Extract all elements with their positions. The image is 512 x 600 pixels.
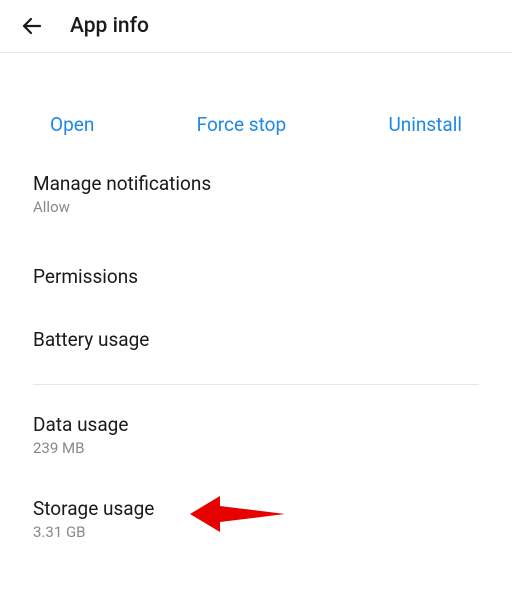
storage-usage-item[interactable]: Storage usage 3.31 GB	[0, 477, 512, 557]
divider	[33, 384, 479, 385]
manage-notifications-item[interactable]: Manage notifications Allow	[0, 166, 512, 236]
setting-label: Data usage	[33, 413, 479, 436]
setting-label: Battery usage	[33, 325, 479, 354]
settings-list: Manage notifications Allow Permissions B…	[0, 166, 512, 557]
setting-sublabel: Allow	[33, 198, 479, 216]
header-bar: App info	[0, 0, 512, 53]
setting-label: Storage usage	[33, 497, 479, 520]
page-title: App info	[70, 14, 149, 38]
back-arrow-icon[interactable]	[20, 14, 44, 38]
open-button[interactable]: Open	[50, 113, 94, 136]
setting-label: Manage notifications	[33, 172, 479, 195]
setting-sublabel: 3.31 GB	[33, 523, 479, 541]
action-row: Open Force stop Uninstall	[0, 53, 512, 166]
setting-label: Permissions	[33, 262, 479, 291]
permissions-item[interactable]: Permissions	[0, 236, 512, 317]
uninstall-button[interactable]: Uninstall	[388, 113, 462, 136]
battery-usage-item[interactable]: Battery usage	[0, 317, 512, 380]
setting-sublabel: 239 MB	[33, 439, 479, 457]
data-usage-item[interactable]: Data usage 239 MB	[0, 389, 512, 477]
force-stop-button[interactable]: Force stop	[197, 113, 286, 136]
